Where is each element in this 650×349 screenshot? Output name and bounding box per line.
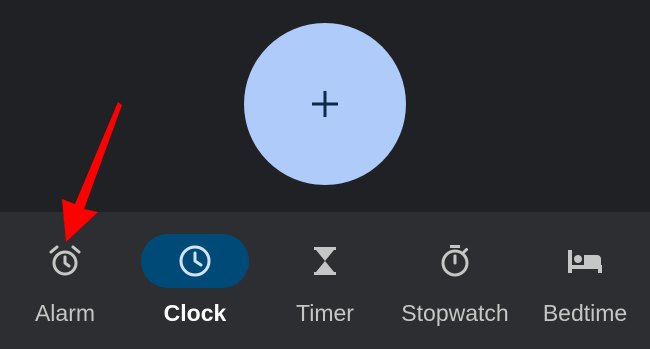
stopwatch-icon <box>441 245 469 277</box>
add-clock-button[interactable] <box>244 23 406 185</box>
bed-icon <box>568 250 602 273</box>
nav-label-bedtime: Bedtime <box>542 300 628 326</box>
nav-item-alarm[interactable]: Alarm <box>11 212 119 349</box>
nav-icon-container <box>531 234 639 288</box>
nav-item-timer[interactable]: Timer <box>271 212 379 349</box>
clock-icon <box>179 245 211 277</box>
nav-item-clock[interactable]: Clock <box>141 212 249 349</box>
bottom-navigation-bar: Alarm Clock Timer Stopwatch Bedtime <box>0 212 650 349</box>
alarm-icon <box>49 245 81 276</box>
nav-label-timer: Timer <box>296 300 354 326</box>
nav-item-stopwatch[interactable]: Stopwatch <box>401 212 509 349</box>
nav-item-bedtime[interactable]: Bedtime <box>531 212 639 349</box>
nav-icon-container <box>11 234 119 288</box>
nav-label-alarm: Alarm <box>34 300 96 326</box>
nav-label-stopwatch: Stopwatch <box>401 300 509 326</box>
nav-icon-container <box>401 234 509 288</box>
clock-app-screen: Alarm Clock Timer Stopwatch Bedtime <box>0 0 650 349</box>
nav-icon-container-active <box>141 234 249 288</box>
hourglass-icon <box>314 247 336 275</box>
plus-icon <box>312 91 338 117</box>
nav-icon-container <box>271 234 379 288</box>
nav-label-clock: Clock <box>163 300 227 326</box>
